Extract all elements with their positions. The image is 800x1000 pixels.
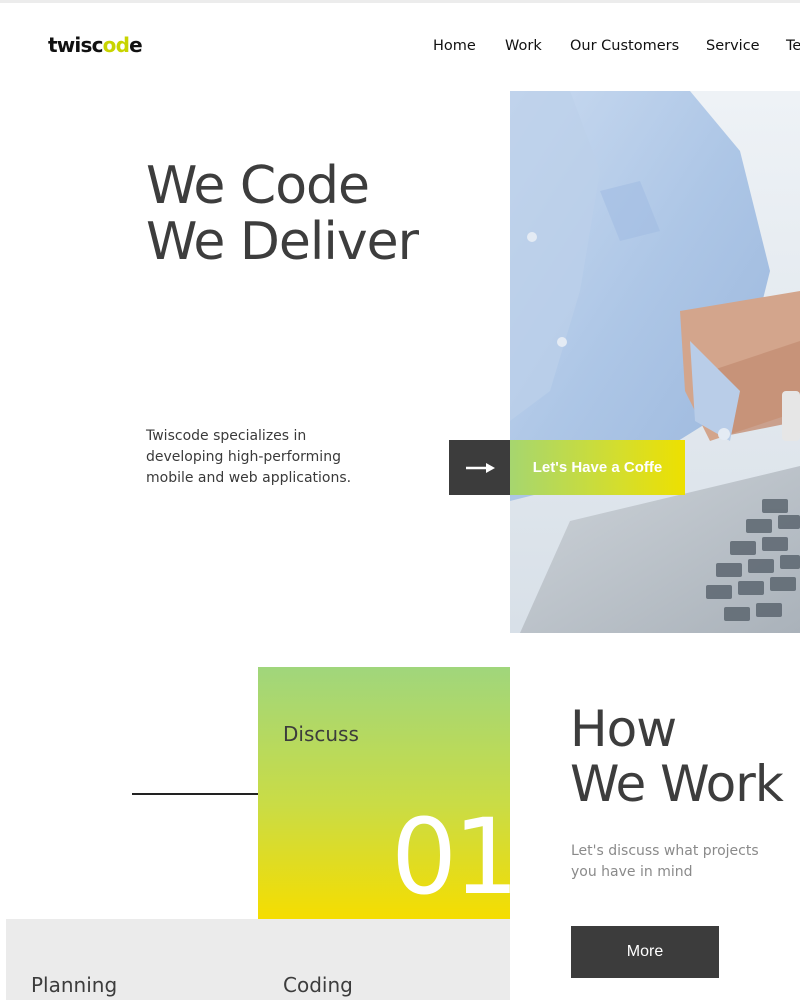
steps-band: Planning Coding (6, 919, 510, 1000)
logo-text-end: e (129, 33, 143, 57)
arrow-right-icon (449, 440, 510, 495)
logo[interactable]: twiscode (48, 33, 143, 57)
more-button[interactable]: More (571, 926, 719, 978)
hero-image (510, 91, 800, 633)
nav-work[interactable]: Work (505, 38, 542, 54)
step-coding[interactable]: Coding (283, 973, 353, 997)
divider-line (132, 793, 258, 795)
hero-title-line-1: We Code (146, 156, 370, 216)
logo-accent: od (102, 33, 130, 57)
how-description: Let's discuss what projects you have in … (571, 843, 759, 880)
step-planning[interactable]: Planning (31, 973, 117, 997)
step-number: 01 (391, 796, 510, 918)
nav-home[interactable]: Home (433, 38, 476, 54)
step-card-discuss[interactable]: Discuss 01 (258, 667, 510, 919)
top-border (0, 0, 800, 3)
how-title-line-2: We Work (570, 755, 784, 813)
cta-label: Let's Have a Coffe (510, 440, 685, 495)
hero-title-line-2: We Deliver (146, 212, 419, 272)
office-laptop-photo-icon (510, 91, 800, 633)
hero-title: We Code We Deliver (146, 156, 419, 272)
how-we-work-title: How We Work (570, 700, 784, 813)
how-title-line-1: How (570, 700, 677, 758)
logo-text: twisc (48, 33, 103, 57)
hero-description: Twiscode specializes in developing high-… (146, 428, 352, 486)
coffee-cta-button[interactable]: Let's Have a Coffe (449, 440, 685, 495)
nav-te[interactable]: Te (786, 38, 800, 54)
nav-service[interactable]: Service (706, 38, 760, 54)
step-title: Discuss (283, 722, 359, 746)
nav-our-customers[interactable]: Our Customers (570, 38, 679, 54)
